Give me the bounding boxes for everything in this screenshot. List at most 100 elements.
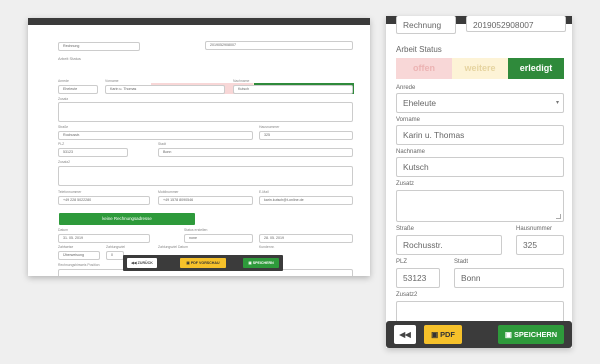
- desktop-back-button[interactable]: ◀◀ ZURÜCK: [127, 258, 157, 268]
- zusatz-textarea[interactable]: [58, 102, 353, 122]
- mobile-stadt-label: Stadt: [454, 259, 469, 265]
- hausnummer-input[interactable]: 325: [259, 131, 353, 140]
- hinweis-label: Rechnungshinweis Position: [58, 263, 100, 267]
- mobil-value: +49 1578 8090546: [163, 198, 194, 202]
- datum-input[interactable]: 31. 05. 2019: [58, 234, 150, 243]
- stadt-label: Stadt: [158, 142, 166, 146]
- desktop-top-bar: [28, 18, 370, 25]
- anrede-select[interactable]: Eheleute: [58, 85, 98, 94]
- telefon-label: Telefonnummer: [58, 190, 82, 194]
- no-invoice-address-button[interactable]: keine Rechnungsadresse: [59, 213, 195, 225]
- desktop-action-toolbar: ◀◀ ZURÜCK ▣ PDF VORSCHAU ▣ SPEICHERN: [123, 255, 283, 271]
- status-erstellen-label: Status erstellen: [184, 228, 208, 232]
- mobile-hausnummer-input[interactable]: 325: [516, 235, 564, 255]
- mobile-plz-label: PLZ: [396, 259, 408, 265]
- datum-value: 31. 05. 2019: [63, 236, 83, 240]
- desktop-pdf-preview-button[interactable]: ▣ PDF VORSCHAU: [180, 258, 226, 268]
- mobile-status-erledigt-button[interactable]: erledigt: [508, 58, 564, 79]
- mobile-action-toolbar: ◀◀ ▣ PDF ▣ SPEICHERN: [386, 321, 572, 348]
- telefon-value: +49 228 5022280: [63, 198, 92, 202]
- mobile-nachname-label: Nachname: [396, 149, 426, 155]
- hausnummer-label: Hausnummer: [259, 125, 280, 129]
- mobile-strasse-input[interactable]: Rochusstr.: [396, 235, 502, 255]
- plz-value: 53123: [63, 150, 73, 154]
- mobile-zusatz2-label: Zusatz2: [396, 292, 418, 298]
- zahlungsziel-datum-label: Zahlungsziel Datum: [158, 245, 188, 249]
- vorname-input[interactable]: Karin u. Thomas: [105, 85, 225, 94]
- mobile-document-type-value: Rechnung: [403, 20, 442, 30]
- mobile-vorname-value: Karin u. Thomas: [403, 130, 465, 140]
- mobile-save-button[interactable]: ▣ SPEICHERN: [498, 325, 564, 344]
- mobile-vorname-label: Vorname: [396, 117, 421, 123]
- zahlweise-select[interactable]: Überweisung: [58, 251, 100, 260]
- resize-handle-icon[interactable]: [556, 214, 561, 219]
- mobile-nachname-value: Kutsch: [403, 162, 429, 172]
- stadt-input[interactable]: Bonn: [158, 148, 353, 157]
- mobile-vorname-input[interactable]: Karin u. Thomas: [396, 125, 564, 145]
- mobile-document-number-field[interactable]: 2019052908007: [466, 16, 566, 32]
- mobil-input[interactable]: +49 1578 8090546: [158, 196, 253, 205]
- plz-input[interactable]: 53123: [58, 148, 128, 157]
- zusatz-label: Zusatz: [58, 97, 69, 101]
- status-erstellen-select[interactable]: none: [184, 234, 253, 243]
- vorname-label: Vorname: [105, 79, 119, 83]
- zahlungsziel-input[interactable]: 0: [106, 251, 124, 260]
- strasse-label: Straße: [58, 125, 69, 129]
- zahlweise-value: Überweisung: [63, 253, 84, 257]
- mobile-back-button[interactable]: ◀◀: [394, 325, 416, 344]
- zusatz2-textarea[interactable]: [58, 166, 353, 186]
- stadt-value: Bonn: [163, 150, 172, 154]
- strasse-input[interactable]: Rochusstr.: [58, 131, 253, 140]
- mobile-status-label: Arbeit Status: [396, 45, 442, 54]
- mobil-label: Mobilnummer: [158, 190, 179, 194]
- mobile-stadt-input[interactable]: Bonn: [454, 268, 564, 288]
- mobile-strasse-value: Rochusstr.: [403, 240, 443, 250]
- faellig-date-input[interactable]: 28. 05. 2019: [259, 234, 353, 243]
- anrede-label: Anrede: [58, 79, 69, 83]
- faellig-value: 28. 05. 2019: [264, 236, 284, 240]
- mobile-zusatz2-textarea[interactable]: [396, 301, 564, 323]
- telefon-input[interactable]: +49 228 5022280: [58, 196, 150, 205]
- mobile-anrede-label: Anrede: [396, 85, 416, 91]
- plz-label: PLZ: [58, 142, 65, 146]
- mobile-pdf-button[interactable]: ▣ PDF: [424, 325, 462, 344]
- document-number-value: 2019052908007: [210, 43, 236, 47]
- status-erstellen-value: none: [189, 236, 197, 240]
- zusatz2-label: Zusatz2: [58, 160, 71, 164]
- document-number-field[interactable]: 2019052908007: [205, 41, 353, 50]
- chevron-down-icon: ▾: [556, 100, 560, 106]
- document-type-select[interactable]: Rechnung: [58, 42, 140, 51]
- nachname-input[interactable]: Kutsch: [233, 85, 353, 94]
- mobile-hausnummer-value: 325: [523, 240, 537, 250]
- status-label: Arbeit Status: [58, 56, 81, 61]
- email-label: E-Mail: [259, 190, 269, 194]
- desktop-save-button[interactable]: ▣ SPEICHERN: [243, 258, 279, 268]
- strasse-value: Rochusstr.: [63, 133, 80, 137]
- datum-label: Datum: [58, 228, 68, 232]
- mobile-hausnummer-label: Hausnummer: [516, 226, 553, 232]
- mobile-status-weitere-button[interactable]: weitere: [452, 58, 508, 79]
- mobile-zusatz-textarea[interactable]: [396, 190, 564, 222]
- nachname-value: Kutsch: [238, 87, 249, 91]
- zahlungsziel-label: Zahlungsziel: [106, 245, 126, 249]
- mobile-document-number-value: 2019052908007: [473, 20, 534, 30]
- mobile-plz-value: 53123: [403, 273, 427, 283]
- vorname-value: Karin u. Thomas: [110, 87, 137, 91]
- zahlungsziel-value: 0: [111, 253, 113, 257]
- kundennr-label: Kundennr.: [259, 245, 275, 249]
- mobile-invoice-form: Rechnung 2019052908007 Arbeit Status off…: [386, 16, 572, 348]
- mobile-document-type-select[interactable]: Rechnung: [396, 16, 456, 34]
- mobile-anrede-value: Eheleute: [403, 98, 437, 108]
- email-value: karin.kutsch@t-online.de: [264, 198, 304, 202]
- desktop-invoice-form: Rechnung 2019052908007 Arbeit Status off…: [28, 18, 370, 276]
- mobile-plz-input[interactable]: 53123: [396, 268, 440, 288]
- mobile-status-offen-button[interactable]: offen: [396, 58, 452, 79]
- mobile-nachname-input[interactable]: Kutsch: [396, 157, 564, 177]
- document-type-value: Rechnung: [63, 44, 80, 48]
- mobile-stadt-value: Bonn: [461, 273, 481, 283]
- mobile-zusatz-label: Zusatz: [396, 181, 415, 187]
- email-input[interactable]: karin.kutsch@t-online.de: [259, 196, 353, 205]
- mobile-anrede-select[interactable]: Eheleute: [396, 93, 564, 113]
- zahlweise-label: Zahlweise: [58, 245, 74, 249]
- mobile-strasse-label: Straße: [396, 226, 415, 232]
